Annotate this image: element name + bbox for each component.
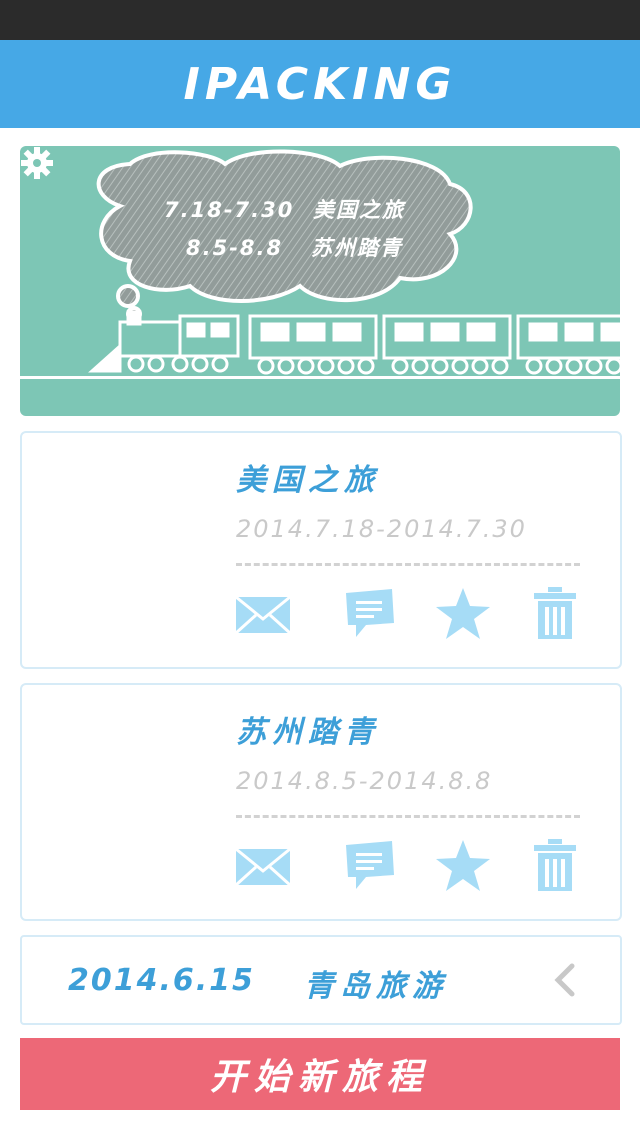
past-trip-row[interactable]: 2014.6.15 青岛旅游	[20, 935, 622, 1025]
trip-name: 苏州踏青	[236, 715, 380, 750]
past-trip-date: 2014.6.15	[68, 963, 255, 998]
trip-dates: 2014.8.5-2014.8.8	[236, 767, 493, 795]
banner-line-1: 7.18-7.30 美国之旅	[164, 198, 405, 222]
banner-illustration	[20, 149, 620, 379]
banner-line-2: 8.5-8.8 苏州踏青	[186, 236, 404, 260]
ground-line	[20, 376, 620, 379]
start-button-label: 开始新旅程	[209, 1056, 430, 1097]
past-trip-name: 青岛旅游	[304, 969, 448, 1004]
train-carriages	[248, 314, 620, 375]
trip-actions	[234, 837, 586, 897]
trip-card[interactable]: 苏州踏青 2014.8.5-2014.8.8	[20, 683, 622, 921]
star-icon[interactable]	[434, 585, 492, 643]
chat-icon[interactable]	[340, 837, 398, 895]
chevron-left-icon[interactable]	[552, 963, 578, 997]
status-bar	[0, 0, 640, 40]
trip-banner: 7.18-7.30 美国之旅 8.5-8.8 苏州踏青	[20, 146, 620, 416]
trash-icon[interactable]	[526, 585, 584, 643]
divider	[236, 815, 580, 818]
train-locomotive	[88, 310, 240, 373]
trip-name: 美国之旅	[236, 463, 380, 498]
divider	[236, 563, 580, 566]
trash-icon[interactable]	[526, 837, 584, 895]
trip-actions	[234, 585, 586, 645]
start-new-trip-button[interactable]: 开始新旅程	[20, 1038, 620, 1110]
mail-icon[interactable]	[234, 837, 292, 895]
star-icon[interactable]	[434, 837, 492, 895]
gear-icon[interactable]	[20, 146, 54, 180]
chat-icon[interactable]	[340, 585, 398, 643]
app-title: IPACKING	[183, 58, 457, 110]
app-header: IPACKING	[0, 40, 640, 128]
mail-icon[interactable]	[234, 585, 292, 643]
trip-dates: 2014.7.18-2014.7.30	[236, 515, 527, 543]
trip-card[interactable]: 美国之旅 2014.7.18-2014.7.30	[20, 431, 622, 669]
